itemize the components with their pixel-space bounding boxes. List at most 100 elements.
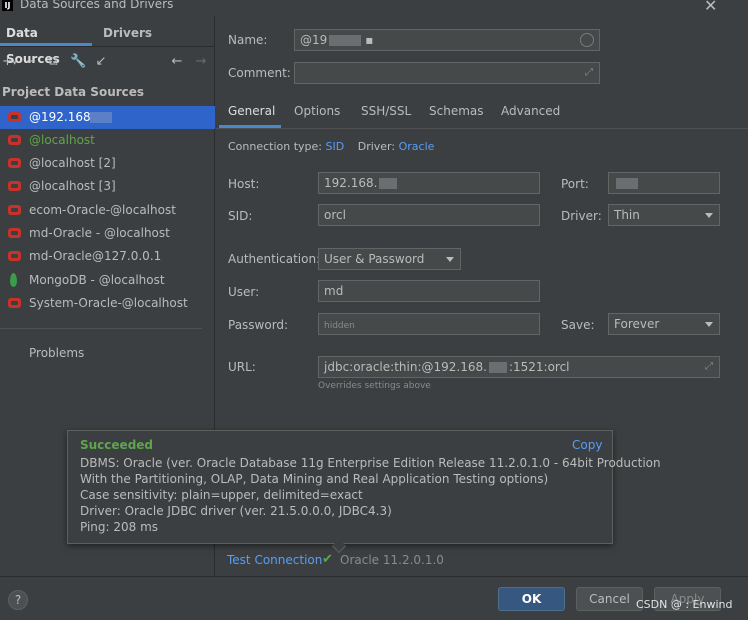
back-arrow-icon[interactable]: ← — [170, 54, 184, 70]
oracle-icon — [8, 112, 21, 122]
project-data-sources-label: Project Data Sources — [2, 85, 145, 99]
tab-advanced[interactable]: Advanced — [501, 104, 560, 118]
url-label: URL: — [228, 360, 256, 374]
duplicate-icon[interactable]: ⧉ — [46, 54, 60, 70]
sid-value: orcl — [324, 208, 346, 222]
close-icon[interactable]: ✕ — [704, 0, 717, 15]
tab-data-sources[interactable]: Data Sources — [0, 20, 92, 66]
comment-field[interactable]: ⤢ — [294, 62, 600, 84]
oracle-icon — [8, 251, 21, 261]
name-field[interactable]: @19 ▪ — [294, 29, 600, 51]
expand-icon[interactable]: ⤢ — [705, 357, 713, 377]
expand-icon[interactable]: ⤢ — [585, 63, 593, 83]
host-value: 192.168. — [324, 176, 378, 190]
save-value: Forever — [614, 317, 660, 331]
user-value: md — [324, 284, 344, 298]
authentication-value: User & Password — [324, 252, 425, 266]
url-suffix: :1521:orcl — [508, 360, 570, 374]
watermark: CSDN @ : Enwind — [636, 598, 733, 611]
tab-ssh-ssl[interactable]: SSH/SSL — [361, 104, 411, 118]
connection-type-label: Connection type: — [228, 140, 323, 153]
mongodb-leaf-icon — [10, 273, 17, 287]
popup-line: Ping: 208 ms — [80, 520, 159, 534]
save-label: Save: — [561, 318, 595, 332]
list-item-label: System-Oracle-@localhost — [29, 296, 188, 310]
list-item-label: md-Oracle - @localhost — [29, 226, 170, 240]
import-icon[interactable]: ↙ — [94, 54, 108, 70]
name-value: @19 — [300, 33, 328, 47]
wrench-icon[interactable]: 🔧 — [70, 54, 86, 70]
url-hint: Overrides settings above — [318, 381, 431, 391]
list-item[interactable]: md-Oracle - @localhost — [0, 222, 215, 245]
redacted-text — [90, 112, 112, 123]
popup-line: Driver: Oracle JDBC driver (ver. 21.5.0.… — [80, 504, 392, 518]
ok-button[interactable]: OK — [498, 587, 565, 611]
authentication-select[interactable]: User & Password — [318, 248, 461, 270]
url-field[interactable]: jdbc:oracle:thin:@192.168. :1521:orcl ⤢ — [318, 356, 720, 378]
tab-divider — [0, 46, 215, 47]
driver-type-value: Thin — [614, 208, 640, 222]
remove-icon[interactable]: − — [24, 54, 38, 70]
popup-line: Case sensitivity: plain=upper, delimited… — [80, 488, 363, 502]
list-item-label: @localhost [2] — [29, 156, 116, 170]
db-version: Oracle 11.2.0.1.0 — [340, 553, 444, 567]
app-icon: IJ — [2, 0, 13, 11]
tab-general[interactable]: General — [228, 104, 275, 118]
test-connection-link[interactable]: Test Connection — [227, 553, 322, 567]
copy-link[interactable]: Copy — [572, 438, 602, 452]
status-succeeded: Succeeded — [80, 438, 154, 452]
password-label: Password: — [228, 318, 289, 332]
save-select[interactable]: Forever — [608, 313, 720, 335]
tab-drivers[interactable]: Drivers — [103, 20, 152, 46]
oracle-icon — [8, 298, 21, 308]
oracle-icon — [8, 135, 21, 145]
list-item[interactable]: @localhost [2] — [0, 152, 215, 175]
popup-line: With the Partitioning, OLAP, Data Mining… — [80, 472, 549, 486]
redacted-text — [329, 35, 362, 46]
problems-item[interactable]: Problems — [29, 346, 84, 360]
list-item[interactable]: ecom-Oracle-@localhost — [0, 199, 215, 222]
check-icon: ✔ — [322, 552, 333, 567]
tab-divider — [216, 128, 748, 129]
driver-type-select[interactable]: Thin — [608, 204, 720, 226]
sid-field[interactable]: orcl — [318, 204, 540, 226]
cancel-button[interactable]: Cancel — [576, 587, 643, 611]
help-icon[interactable]: ? — [8, 590, 28, 610]
port-field[interactable] — [608, 172, 720, 194]
redacted-text — [379, 178, 398, 189]
redacted-text — [616, 178, 638, 189]
tab-schemas[interactable]: Schemas — [429, 104, 484, 118]
window-title: Data Sources and Drivers — [20, 0, 174, 11]
redacted-text — [488, 362, 507, 373]
list-item[interactable]: @localhost [3] — [0, 175, 215, 198]
driver-type-label: Driver: — [561, 209, 602, 223]
connection-type-link[interactable]: SID — [326, 140, 345, 153]
list-item[interactable]: MongoDB - @localhost — [0, 269, 215, 292]
user-field[interactable]: md — [318, 280, 540, 302]
list-item-label: @192.168. — [29, 110, 95, 124]
list-item[interactable]: System-Oracle-@localhost — [0, 292, 215, 315]
host-label: Host: — [228, 177, 260, 191]
password-field[interactable]: hidden — [318, 313, 540, 335]
list-item[interactable]: @192.168. — [0, 106, 215, 129]
url-prefix: jdbc:oracle:thin:@192.168. — [324, 360, 487, 374]
divider — [0, 328, 202, 329]
connection-type-row: Connection type: SID Driver: Oracle — [228, 140, 434, 153]
list-item[interactable]: @localhost — [0, 129, 215, 152]
driver-label: Driver: — [357, 140, 396, 153]
color-picker-icon[interactable] — [580, 33, 594, 47]
list-item[interactable]: md-Oracle@127.0.0.1 — [0, 245, 215, 268]
test-result-popup: Succeeded Copy DBMS: Oracle (ver. Oracle… — [67, 430, 661, 544]
port-label: Port: — [561, 177, 589, 191]
driver-link[interactable]: Oracle — [399, 140, 435, 153]
list-item-label: @localhost — [29, 133, 95, 147]
sid-label: SID: — [228, 209, 253, 223]
host-field[interactable]: 192.168. — [318, 172, 540, 194]
popup-line: DBMS: Oracle (ver. Oracle Database 11g E… — [80, 456, 661, 470]
add-icon[interactable]: +▾ — [2, 54, 16, 70]
list-item-label: MongoDB - @localhost — [29, 273, 165, 287]
oracle-icon — [8, 228, 21, 238]
forward-arrow-icon[interactable]: → — [194, 54, 208, 70]
tab-options[interactable]: Options — [294, 104, 340, 118]
list-item-label: ecom-Oracle-@localhost — [29, 203, 176, 217]
